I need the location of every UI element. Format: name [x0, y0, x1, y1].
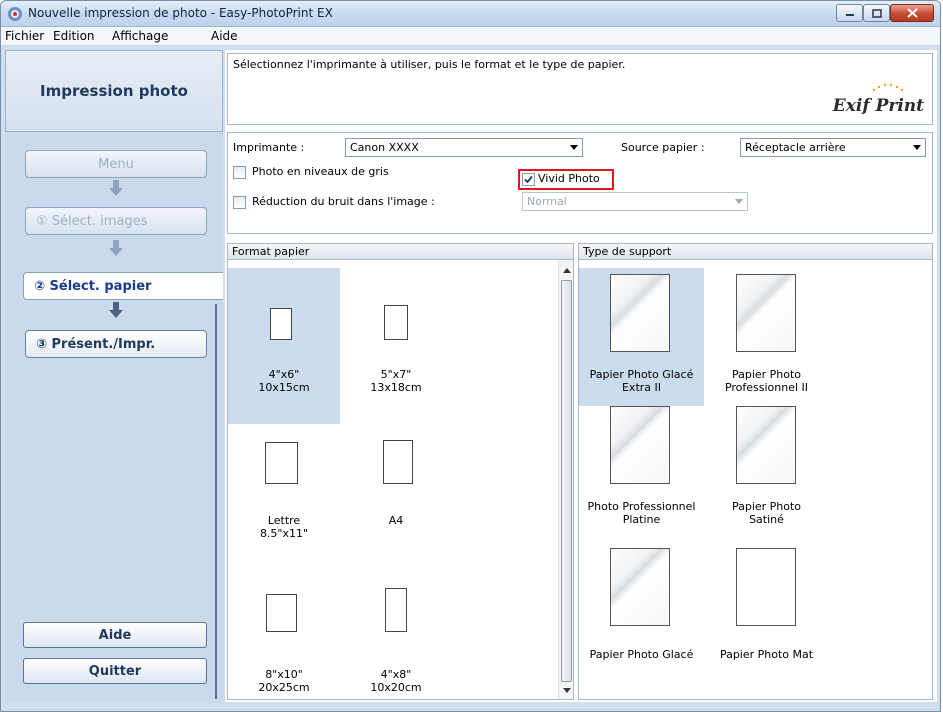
print-settings: Imprimante : Canon XXXX Source papier : … [227, 132, 933, 234]
paper-size-label: 5"x7" 13x18cm [370, 368, 422, 394]
chevron-down-icon [913, 145, 921, 150]
window-title: Nouvelle impression de photo - Easy-Phot… [28, 6, 333, 20]
minimize-icon [845, 14, 854, 16]
quit-button[interactable]: Quitter [23, 658, 207, 684]
paper-size-list: 4"x6" 10x15cm 5"x7" 13x18cm Lettre 8.5"x… [227, 260, 574, 700]
vivid-photo-checkbox[interactable] [522, 173, 535, 186]
paper-source-select[interactable]: Réceptacle arrière [740, 138, 926, 157]
chevron-down-icon [570, 145, 578, 150]
media-type-label: Papier Photo Satiné [731, 500, 802, 526]
vivid-photo-label: Vivid Photo [538, 172, 600, 185]
instructions-text: Sélectionnez l'imprimante à utiliser, pu… [233, 58, 626, 71]
paper-size-header: Format papier [227, 243, 574, 260]
paper-size-item[interactable]: 5"x7" 13x18cm [340, 268, 452, 424]
paper-size-item[interactable]: A4 [340, 424, 452, 574]
layout-print-step-button[interactable]: ③ Présent./Impr. [25, 330, 207, 358]
paper-size-item[interactable]: 4"x6" 10x15cm [228, 268, 340, 424]
title-bar: Nouvelle impression de photo - Easy-Phot… [1, 1, 940, 27]
paper-size-item[interactable]: 8"x10" 20x25cm [228, 574, 340, 699]
media-type-item[interactable]: Papier Photo Glacé [579, 544, 704, 694]
satin-paper-icon [736, 406, 796, 484]
scrollbar-thumb[interactable] [561, 280, 572, 682]
media-type-item[interactable]: Papier Photo Glacé Extra II [579, 268, 704, 406]
paper-8x10-icon [266, 594, 297, 632]
arrow-down-icon [109, 302, 123, 318]
printer-label: Imprimante : [233, 141, 305, 154]
panel-title: Impression photo [5, 50, 223, 132]
noise-reduction-checkbox[interactable] [233, 196, 246, 209]
media-type-label: Papier Photo Mat [719, 648, 814, 661]
grayscale-label: Photo en niveaux de gris [252, 165, 389, 178]
media-type-list: Papier Photo Glacé Extra II Papier Photo… [578, 260, 933, 700]
paper-size-label: 4"x6" 10x15cm [258, 368, 310, 394]
pro-platinum-paper-icon [610, 406, 670, 484]
grayscale-checkbox[interactable] [233, 166, 246, 179]
media-type-label: Papier Photo Professionnel II [724, 368, 809, 394]
app-window: Nouvelle impression de photo - Easy-Phot… [0, 0, 941, 712]
exif-print-logo: Exif Print [832, 96, 924, 116]
paper-size-label: Lettre 8.5"x11" [259, 514, 309, 540]
paper-4x6-icon [270, 308, 292, 340]
media-type-header: Type de support [578, 243, 933, 260]
paper-letter-icon [265, 442, 298, 484]
noise-level-select[interactable]: Normal [522, 192, 748, 211]
media-type-item[interactable]: Papier Photo Professionnel II [704, 268, 829, 406]
glossy-paper-icon [610, 548, 670, 626]
close-icon [906, 8, 918, 18]
noise-level-value: Normal [527, 195, 567, 208]
app-icon [8, 7, 22, 21]
media-type-label: Papier Photo Glacé Extra II [589, 368, 694, 394]
media-type-item[interactable]: Photo Professionnel Platine [579, 406, 704, 544]
minimize-button[interactable] [836, 4, 863, 22]
printer-value: Canon XXXX [350, 141, 419, 154]
menu-step-button[interactable]: Menu [25, 150, 207, 178]
step-connector-line [215, 304, 217, 699]
menu-aide[interactable]: Aide [211, 29, 238, 43]
help-button[interactable]: Aide [23, 622, 207, 648]
chevron-down-icon [735, 199, 743, 204]
media-type-label: Papier Photo Glacé [589, 648, 694, 661]
paper-source-value: Réceptacle arrière [745, 141, 846, 154]
scroll-down-icon [563, 688, 571, 693]
left-panel: Impression photo Menu ① Sélect. images ②… [5, 50, 223, 702]
scroll-up-icon [563, 268, 571, 273]
maximize-icon [871, 8, 882, 18]
printer-select[interactable]: Canon XXXX [345, 138, 583, 157]
arrow-down-icon [109, 240, 123, 256]
paper-source-label: Source papier : [621, 141, 705, 154]
select-images-step-button[interactable]: ① Sélect. images [25, 207, 207, 235]
menu-affichage[interactable]: Affichage [112, 29, 168, 43]
glossy-extra-paper-icon [610, 274, 670, 352]
paper-size-label: A4 [388, 514, 404, 527]
checkmark-icon [524, 175, 533, 184]
close-button[interactable] [890, 4, 934, 22]
instructions-box: Sélectionnez l'imprimante à utiliser, pu… [227, 53, 933, 125]
pro-paper-icon [736, 274, 796, 352]
main-content: Sélectionnez l'imprimante à utiliser, pu… [225, 50, 937, 702]
media-type-item[interactable]: Papier Photo Mat [704, 544, 829, 694]
maximize-button[interactable] [863, 4, 890, 22]
paper-size-scrollbar[interactable] [558, 260, 573, 699]
menu-fichier[interactable]: Fichier [5, 29, 44, 43]
paper-5x7-icon [384, 305, 408, 340]
paper-size-label: 8"x10" 20x25cm [258, 668, 310, 694]
paper-a4-icon [383, 440, 413, 484]
paper-4x8-icon [385, 588, 407, 632]
noise-reduction-label: Réduction du bruit dans l'image : [252, 195, 435, 208]
paper-size-label: 4"x8" 10x20cm [370, 668, 422, 694]
matte-paper-icon [736, 548, 796, 626]
media-type-label: Photo Professionnel Platine [587, 500, 696, 526]
arrow-down-icon [109, 180, 123, 196]
menu-bar: Fichier Edition Affichage Aide [1, 27, 940, 46]
exif-logo-dots [872, 83, 904, 92]
paper-size-item[interactable]: Lettre 8.5"x11" [228, 424, 340, 574]
media-type-item[interactable]: Papier Photo Satiné [704, 406, 829, 544]
paper-size-item[interactable]: 4"x8" 10x20cm [340, 574, 452, 699]
menu-edition[interactable]: Edition [53, 29, 95, 43]
select-paper-step-tab[interactable]: ② Sélect. papier [23, 272, 223, 300]
